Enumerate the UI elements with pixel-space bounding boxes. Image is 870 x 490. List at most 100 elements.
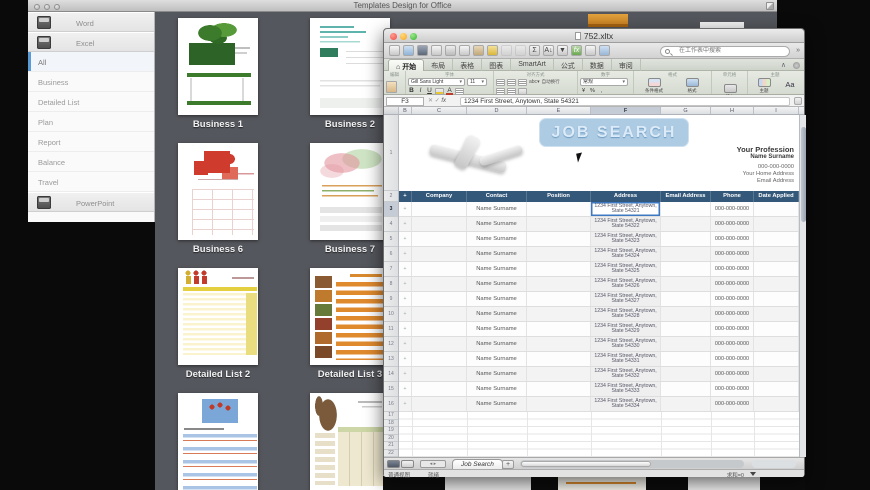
cell-phone[interactable]: 000-000-0000 <box>711 292 754 306</box>
cell-email[interactable] <box>661 322 711 336</box>
cell-address[interactable]: 1234 First Street, Anytown, State 54332 <box>591 367 661 381</box>
cell-contact[interactable]: Name Surname <box>467 217 527 231</box>
cell-email[interactable] <box>661 337 711 351</box>
cell-position[interactable] <box>527 232 591 246</box>
sidebar-item-detailed-list[interactable]: Detailed List <box>28 92 154 112</box>
paste-icon[interactable] <box>386 80 397 93</box>
sidebar-item-balance[interactable]: Balance <box>28 152 154 172</box>
cell-company[interactable] <box>412 322 467 336</box>
row-header-17[interactable]: 17 <box>384 412 398 420</box>
cell-phone[interactable]: 000-000-0000 <box>711 397 754 411</box>
undo-icon[interactable] <box>501 45 512 56</box>
add-sheet-button[interactable]: + <box>502 460 514 469</box>
cell-address-selected[interactable]: 1234 First Street, Anytown, State 54321 <box>591 202 661 216</box>
open-icon[interactable] <box>403 45 414 56</box>
save-icon[interactable] <box>417 45 428 56</box>
new-icon[interactable] <box>389 45 400 56</box>
cell-marker[interactable]: + <box>399 277 412 291</box>
cell-date-applied[interactable] <box>754 382 799 396</box>
header-cell-email-address[interactable]: Email Address <box>661 191 711 202</box>
cell-marker[interactable]: + <box>399 397 412 411</box>
cell-email[interactable] <box>661 367 711 381</box>
cell-email[interactable] <box>661 307 711 321</box>
tab-ribbon-6[interactable]: 数据 <box>583 59 612 71</box>
tab-smartart[interactable]: SmartArt <box>511 59 554 71</box>
ribbon-collapse-icon[interactable]: ∧ <box>781 61 786 69</box>
column-header-H[interactable]: H <box>711 107 754 114</box>
scrollbar-thumb[interactable] <box>801 127 806 222</box>
cell-address[interactable]: 1234 First Street, Anytown, State 54333 <box>591 382 661 396</box>
indent-decrease-icon[interactable] <box>496 87 505 95</box>
cell-contact[interactable]: Name Surname <box>467 337 527 351</box>
cell-address[interactable]: 1234 First Street, Anytown, State 54329 <box>591 322 661 336</box>
cell-email[interactable] <box>661 277 711 291</box>
cell-marker[interactable]: + <box>399 247 412 261</box>
cell-date-applied[interactable] <box>754 397 799 411</box>
cell-date-applied[interactable] <box>754 247 799 261</box>
conditional-format-button[interactable]: 条件格式 <box>634 71 674 94</box>
cell-phone[interactable]: 000-000-0000 <box>711 322 754 336</box>
column-header-E[interactable]: E <box>527 107 591 114</box>
row-header-8[interactable]: 8 <box>384 277 398 292</box>
cell-company[interactable] <box>412 202 467 216</box>
cell-contact[interactable]: Name Surname <box>467 292 527 306</box>
wrap-text-button[interactable]: 自动换行 <box>542 79 560 85</box>
row-header-2[interactable]: 2 <box>384 191 398 202</box>
cell-phone[interactable]: 000-000-0000 <box>711 352 754 366</box>
cell-company[interactable] <box>412 277 467 291</box>
cell-position[interactable] <box>527 292 591 306</box>
row-header-21[interactable]: 21 <box>384 442 398 450</box>
font-size-select[interactable]: 11 ▾ <box>467 78 487 86</box>
tab-ribbon-3[interactable]: 图表 <box>482 59 512 71</box>
header-cell-position[interactable]: Position <box>527 191 591 202</box>
row-header-14[interactable]: 14 <box>384 367 398 382</box>
cell-date-applied[interactable] <box>754 202 799 216</box>
fill-color-icon[interactable] <box>435 87 444 95</box>
sheet-tab-job-search[interactable]: Job Search <box>452 459 503 469</box>
cell-email[interactable] <box>661 292 711 306</box>
paste-icon[interactable] <box>473 45 484 56</box>
cell-date-applied[interactable] <box>754 322 799 336</box>
comma-format-icon[interactable]: , <box>598 87 605 95</box>
cell-marker[interactable]: + <box>399 382 412 396</box>
row-header-19[interactable]: 19 <box>384 427 398 435</box>
row-header-13[interactable]: 13 <box>384 352 398 367</box>
tab-ribbon-5[interactable]: 公式 <box>554 59 583 71</box>
template-thumbnail-detailed-list-3[interactable] <box>310 268 390 365</box>
cell-company[interactable] <box>412 247 467 261</box>
cell-contact[interactable]: Name Surname <box>467 307 527 321</box>
cell-contact[interactable]: Name Surname <box>467 277 527 291</box>
cell-address[interactable]: 1234 First Street, Anytown, State 54325 <box>591 262 661 276</box>
row-header-16[interactable]: 16 <box>384 397 398 412</box>
filter-icon[interactable]: ▼ <box>557 45 568 56</box>
cell-company[interactable] <box>412 262 467 276</box>
cell-email[interactable] <box>661 232 711 246</box>
cell-phone[interactable]: 000-000-0000 <box>711 247 754 261</box>
row-header-1[interactable]: 1 <box>384 115 398 191</box>
cell-contact[interactable]: Name Surname <box>467 247 527 261</box>
cell-phone[interactable]: 000-000-0000 <box>711 217 754 231</box>
row-header-7[interactable]: 7 <box>384 262 398 277</box>
sidebar-item-excel[interactable]: Excel <box>28 32 154 52</box>
align-center-icon[interactable] <box>507 78 516 86</box>
tab-ribbon-7[interactable]: 审阅 <box>612 59 641 71</box>
row-header-20[interactable]: 20 <box>384 435 398 442</box>
cell-phone[interactable]: 000-000-0000 <box>711 367 754 381</box>
cell-position[interactable] <box>527 247 591 261</box>
cell-email[interactable] <box>661 247 711 261</box>
row-header-5[interactable]: 5 <box>384 232 398 247</box>
template-thumbnail-detailed-list-2[interactable] <box>178 268 258 365</box>
font-name-select[interactable]: Gill Sans Light ▾ <box>408 78 465 86</box>
tab-ribbon-2[interactable]: 表格 <box>453 59 483 71</box>
row-header-10[interactable]: 10 <box>384 307 398 322</box>
cell-address[interactable]: 1234 First Street, Anytown, State 54334 <box>591 397 661 411</box>
cell-position[interactable] <box>527 367 591 381</box>
formula-builder-icon[interactable]: fx <box>571 45 582 56</box>
normal-view-button[interactable] <box>387 460 400 468</box>
row-header-12[interactable]: 12 <box>384 337 398 352</box>
cell-company[interactable] <box>412 217 467 231</box>
column-header-F[interactable]: F <box>591 107 661 114</box>
cell-company[interactable] <box>412 352 467 366</box>
sidebar-item-powerpoint[interactable]: PowerPoint <box>28 192 154 212</box>
underline-button[interactable]: U <box>426 87 433 95</box>
